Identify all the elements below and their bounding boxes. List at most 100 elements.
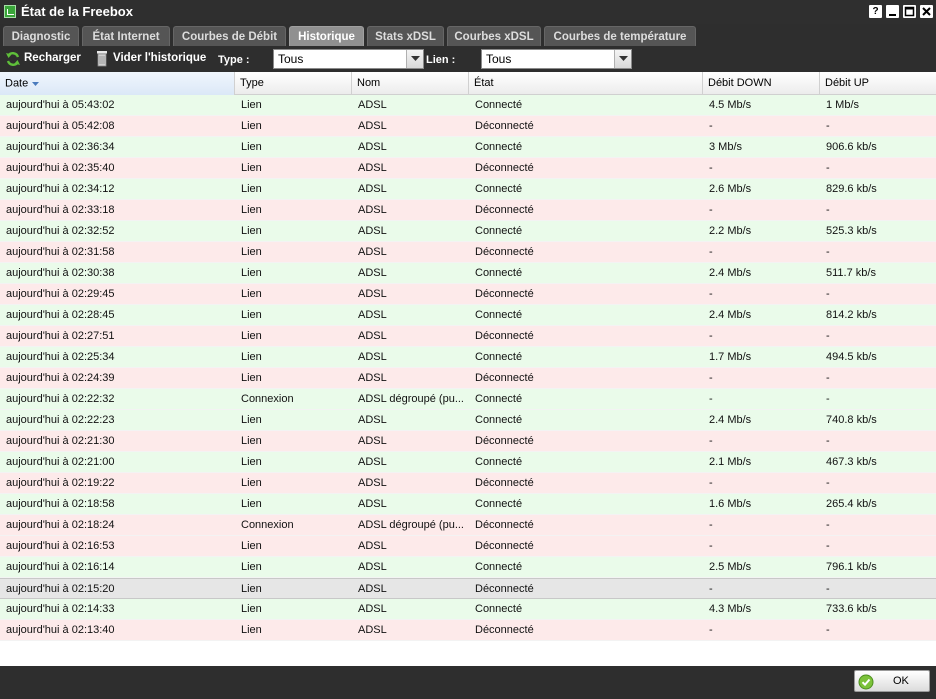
cell-nom: ADSL [358,603,387,615]
table-row[interactable]: aujourd'hui à 02:22:32 Connexion ADSL dégr… [0,389,936,410]
cell-type: Lien [241,583,262,595]
column-header-etat[interactable]: État [469,72,703,95]
cell-nom: ADSL [358,225,387,237]
cell-date: aujourd'hui à 02:15:20 [6,583,115,595]
cell-debit-up: - [826,583,830,595]
chevron-down-icon[interactable] [614,50,631,68]
cell-date: aujourd'hui à 02:22:32 [6,393,115,405]
cell-debit-up: 525.3 kb/s [826,225,877,237]
maximize-icon [904,6,915,17]
cell-debit-down: - [709,393,713,405]
cell-debit-down: 1.6 Mb/s [709,498,752,510]
cell-type: Lien [241,456,262,468]
table-row[interactable]: aujourd'hui à 05:42:08 Lien ADSL Déconnecté… [0,116,936,137]
column-header-date[interactable]: Date [0,72,235,95]
table-row[interactable]: aujourd'hui à 02:29:45 Lien ADSL Déconnecté… [0,284,936,305]
cell-debit-down: 3 Mb/s [709,141,743,153]
cell-type: Lien [241,309,262,321]
link-filter-select[interactable]: Tous [481,49,632,69]
type-filter-select[interactable]: Tous [273,49,424,69]
link-filter-value: Tous [486,52,512,66]
table-row[interactable]: aujourd'hui à 02:15:20 Lien ADSL Déconnecté… [0,578,936,599]
table-row[interactable]: aujourd'hui à 02:35:40 Lien ADSL Déconnecté… [0,158,936,179]
table-row[interactable]: aujourd'hui à 02:34:12 Lien ADSL Connecté 2.… [0,179,936,200]
table-row[interactable]: aujourd'hui à 02:19:22 Lien ADSL Déconnecté… [0,473,936,494]
cell-debit-down: - [709,583,713,595]
ok-button[interactable]: OK [854,670,930,692]
table-row[interactable]: aujourd'hui à 02:16:14 Lien ADSL Connecté 2.… [0,557,936,578]
title-bar[interactable]: État de la Freebox ? [0,0,936,24]
column-header-nom[interactable]: Nom [352,72,469,95]
table-row[interactable]: aujourd'hui à 02:30:38 Lien ADSL Connecté 2.… [0,263,936,284]
tab-courbes-xdsl[interactable]: Courbes xDSL [447,26,541,46]
history-table: Date Type Nom État Débit DOWN Débit UP a… [0,72,936,666]
cell-etat: Déconnecté [475,204,534,216]
cell-etat: Connecté [475,456,523,468]
clear-history-button[interactable]: Vider l'historique [113,52,206,64]
table-row[interactable]: aujourd'hui à 05:43:02 Lien ADSL Connecté 4.… [0,95,936,116]
table-row[interactable]: aujourd'hui à 02:36:34 Lien ADSL Connecté 3 … [0,137,936,158]
cell-nom: ADSL [358,456,387,468]
cell-type: Lien [241,288,262,300]
cell-etat: Déconnecté [475,288,534,300]
cell-nom: ADSL [358,330,387,342]
minimize-button[interactable] [886,5,899,18]
column-header-debit-down[interactable]: Débit DOWN [703,72,820,95]
cell-etat: Connecté [475,414,523,426]
cell-type: Lien [241,624,262,636]
trash-icon [96,50,108,70]
tab-historique[interactable]: Historique [289,26,364,46]
cell-type: Lien [241,267,262,279]
table-row[interactable]: aujourd'hui à 02:32:52 Lien ADSL Connecté 2.… [0,221,936,242]
table-row[interactable]: aujourd'hui à 02:16:53 Lien ADSL Déconnecté… [0,536,936,557]
cell-date: aujourd'hui à 02:18:24 [6,519,115,531]
table-row[interactable]: aujourd'hui à 02:21:30 Lien ADSL Déconnecté… [0,431,936,452]
cell-date: aujourd'hui à 02:35:40 [6,162,115,174]
cell-debit-down: - [709,288,713,300]
reload-icon [5,51,21,70]
cell-debit-up: - [826,162,830,174]
cell-type: Lien [241,414,262,426]
table-row[interactable]: aujourd'hui à 02:18:24 Connexion ADSL dégr… [0,515,936,536]
table-row[interactable]: aujourd'hui à 02:33:18 Lien ADSL Déconnecté… [0,200,936,221]
table-row[interactable]: aujourd'hui à 02:31:58 Lien ADSL Déconnecté… [0,242,936,263]
cell-nom: ADSL [358,204,387,216]
tab-diagnostic[interactable]: Diagnostic [3,26,79,46]
reload-button[interactable]: Recharger [24,52,81,64]
cell-debit-down: - [709,246,713,258]
freebox-app-icon [4,5,16,18]
table-row[interactable]: aujourd'hui à 02:22:23 Lien ADSL Connecté 2.… [0,410,936,431]
table-row[interactable]: aujourd'hui à 02:27:51 Lien ADSL Déconnecté… [0,326,936,347]
cell-debit-up: 1 Mb/s [826,99,860,111]
tab-stats-xdsl[interactable]: Stats xDSL [367,26,444,46]
close-icon [922,7,931,16]
cell-debit-up: 494.5 kb/s [826,351,877,363]
table-row[interactable]: aujourd'hui à 02:24:39 Lien ADSL Déconnecté… [0,368,936,389]
cell-debit-down: - [709,162,713,174]
cell-type: Connexion [241,519,294,531]
cell-debit-down: 1.7 Mb/s [709,351,752,363]
cell-type: Lien [241,561,262,573]
tab-courbes-temperature[interactable]: Courbes de température [544,26,696,46]
cell-date: aujourd'hui à 02:21:00 [6,456,115,468]
table-row[interactable]: aujourd'hui à 02:14:33 Lien ADSL Connecté 4.… [0,599,936,620]
close-button[interactable] [920,5,933,18]
column-header-debit-up[interactable]: Débit UP [820,72,936,95]
window-title: État de la Freebox [21,4,133,19]
tab-courbes-debit[interactable]: Courbes de Débit [173,26,286,46]
cell-nom: ADSL [358,498,387,510]
column-header-type[interactable]: Type [235,72,352,95]
cell-nom: ADSL [358,583,387,595]
cell-debit-down: 4.3 Mb/s [709,603,752,615]
cell-type: Lien [241,477,262,489]
table-row[interactable]: aujourd'hui à 02:13:40 Lien ADSL Déconnecté… [0,620,936,641]
help-button[interactable]: ? [869,5,882,18]
table-row[interactable]: aujourd'hui à 02:25:34 Lien ADSL Connecté 1.… [0,347,936,368]
table-row[interactable]: aujourd'hui à 02:18:58 Lien ADSL Connecté 1.… [0,494,936,515]
maximize-button[interactable] [903,5,916,18]
table-row[interactable]: aujourd'hui à 02:28:45 Lien ADSL Connecté 2.… [0,305,936,326]
table-row[interactable]: aujourd'hui à 02:21:00 Lien ADSL Connecté 2.… [0,452,936,473]
chevron-down-icon[interactable] [406,50,423,68]
cell-date: aujourd'hui à 05:42:08 [6,120,115,132]
tab-etat-internet[interactable]: État Internet [82,26,170,46]
